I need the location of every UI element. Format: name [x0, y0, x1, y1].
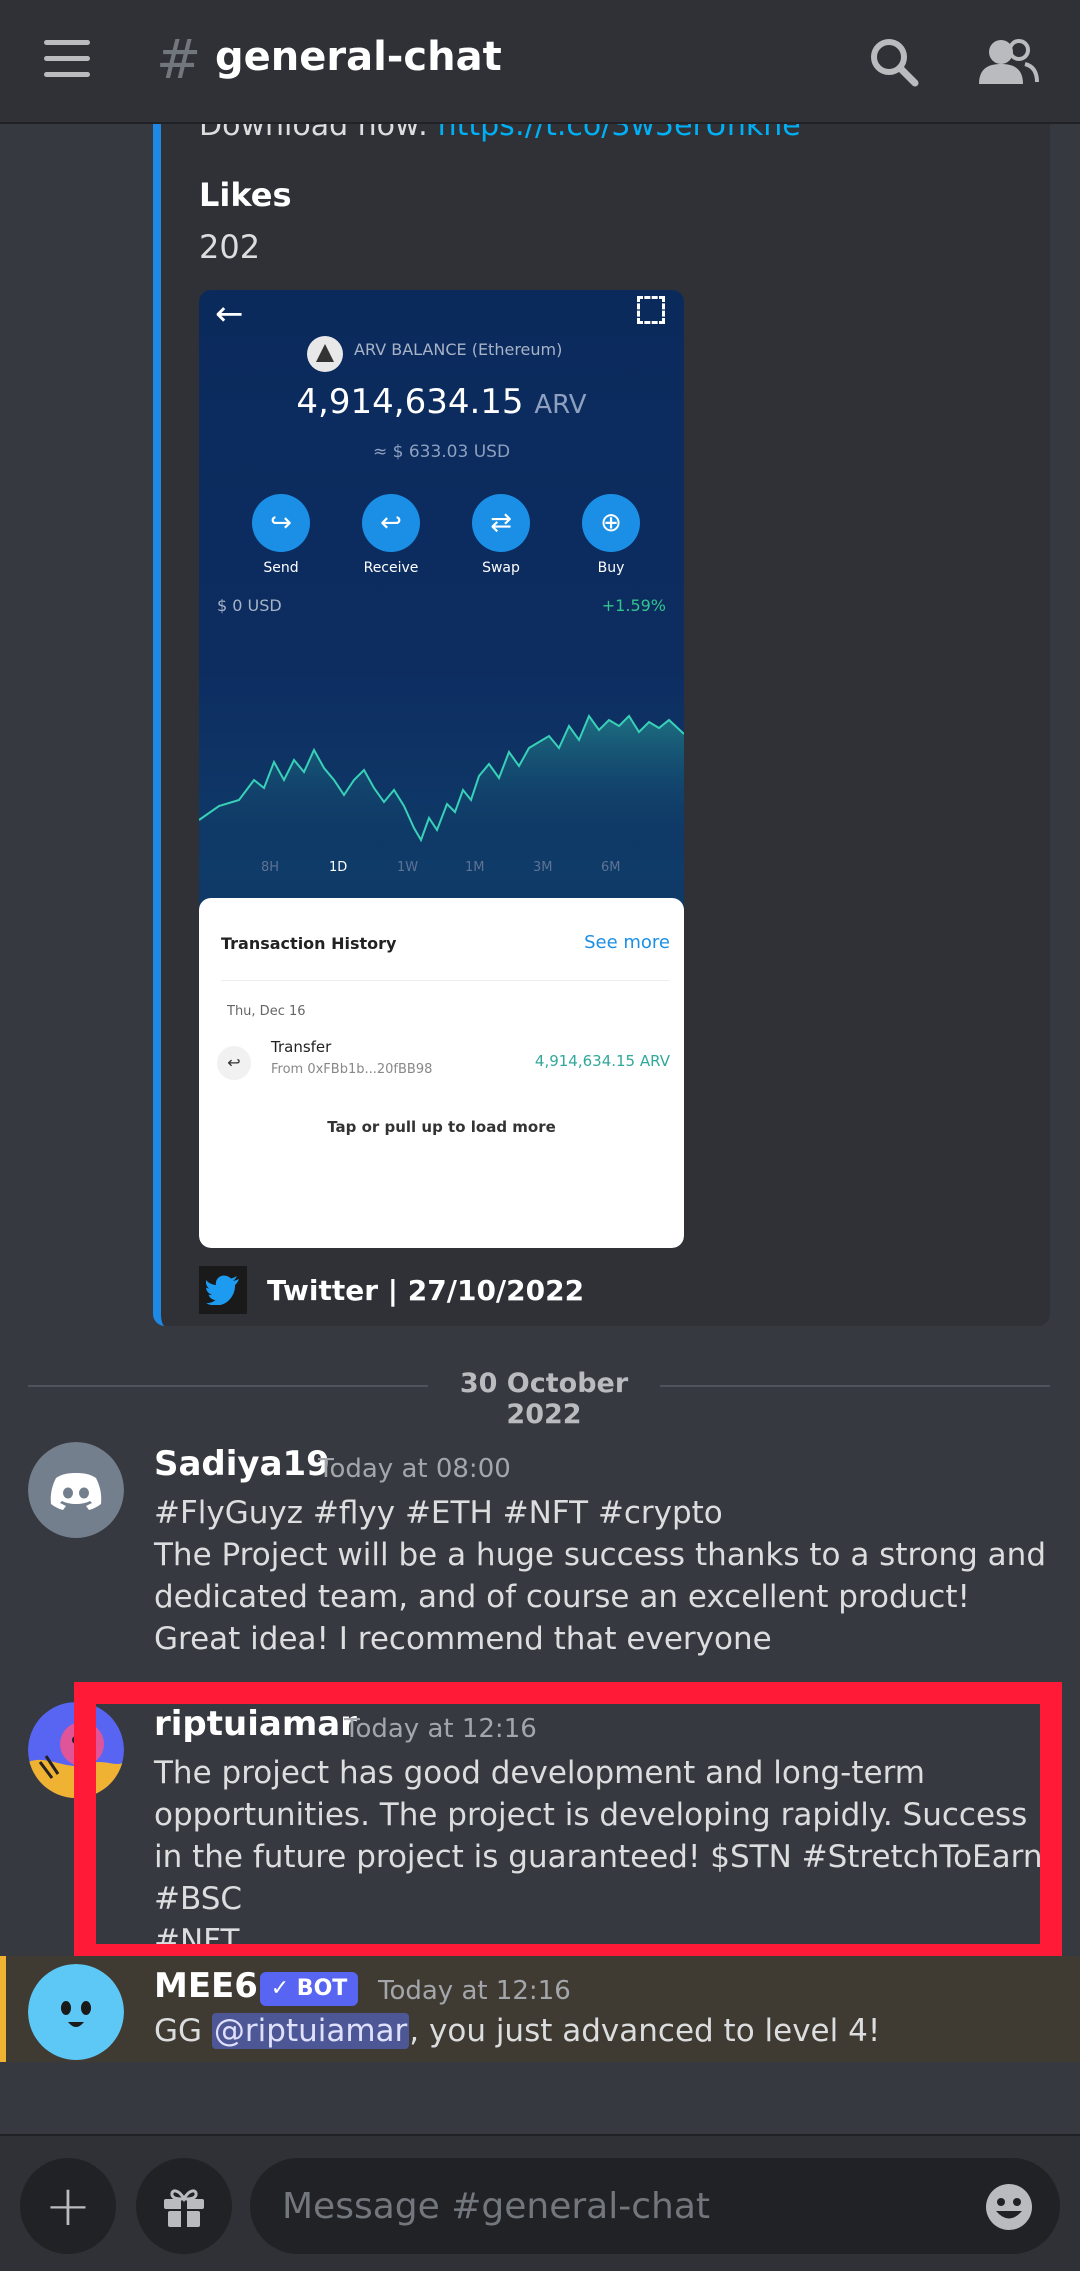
- message-author[interactable]: MEE6: [154, 1966, 258, 2006]
- bot-badge: ✓ BOT: [260, 1972, 358, 2006]
- send-icon: ↪: [252, 494, 310, 552]
- members-icon[interactable]: [975, 30, 1039, 94]
- balance-label: ARV BALANCE (Ethereum): [354, 340, 563, 359]
- gift-button[interactable]: [136, 2158, 232, 2254]
- range-tab: 1M: [465, 860, 485, 875]
- tx-load-more: Tap or pull up to load more: [327, 1118, 556, 1136]
- search-icon[interactable]: [862, 30, 926, 94]
- balance-usd: ≈ $ 633.03 USD: [372, 442, 511, 462]
- hamburger-menu-icon[interactable]: [44, 40, 92, 80]
- gift-icon: [164, 2189, 204, 2227]
- emoji-icon[interactable]: [984, 2182, 1034, 2232]
- message-text: GG: [154, 2013, 212, 2049]
- receive-action: ↩ Receive: [353, 494, 429, 576]
- divider: [660, 1385, 1050, 1387]
- embed-image[interactable]: ← ARV BALANCE (Ethereum) 4,914,634.15 AR…: [199, 290, 684, 1248]
- embed-link[interactable]: https://t.co/3w5erUhkhe: [438, 124, 801, 143]
- channel-title: general-chat: [215, 34, 502, 80]
- token-logo-icon: [307, 336, 343, 372]
- message-sadiya19: Sadiya19 Today at 08:00 #FlyGuyz #flyy #…: [0, 1440, 1080, 1660]
- receive-icon: ↩: [362, 494, 420, 552]
- balance-amount: 4,914,634.15 ARV: [199, 382, 684, 422]
- chart-range-tabs: 8H 1D 1W 1M 3M 6M: [199, 860, 684, 884]
- swap-action: ⇄ Swap: [463, 494, 539, 576]
- chart-usd-label: $ 0 USD: [217, 596, 282, 615]
- range-tab: 1W: [397, 860, 419, 875]
- divider: [221, 980, 670, 981]
- swap-icon: ⇄: [472, 494, 530, 552]
- swap-label: Swap: [482, 560, 520, 576]
- message-timestamp: Today at 08:00: [318, 1454, 511, 1484]
- date-separator: 30 October 2022: [28, 1366, 1050, 1430]
- message-mee6: MEE6 Today at 12:16 GG @riptuiamar, you …: [0, 1962, 1080, 2062]
- range-tab: 3M: [533, 860, 553, 875]
- channel-hash-icon: #: [156, 28, 202, 91]
- message-content: GG @riptuiamar, you just advanced to lev…: [154, 2010, 1054, 2052]
- embed-field-name: Likes: [199, 176, 292, 214]
- tx-from: From 0xFBb1b...20fBB98: [271, 1062, 433, 1077]
- composer-bar: +: [0, 2134, 1080, 2271]
- embed-field-value: 202: [199, 228, 261, 266]
- twitter-embed: Download now: https://t.co/3w5erUhkhe Li…: [153, 124, 1050, 1326]
- embed-cutoff-text: Download now:: [199, 124, 438, 143]
- message-author[interactable]: Sadiya19: [154, 1444, 330, 1484]
- divider: [28, 1385, 428, 1387]
- price-chart: [199, 713, 684, 850]
- tx-amount: 4,914,634.15 ARV: [534, 1052, 670, 1070]
- message-content: #FlyGuyz #flyy #ETH #NFT #crypto The Pro…: [154, 1495, 1047, 1657]
- chart-change-label: +1.59%: [601, 596, 666, 615]
- tx-see-more: See more: [584, 932, 670, 953]
- plus-icon: +: [44, 2173, 92, 2239]
- avatar[interactable]: [28, 1442, 124, 1538]
- avatar[interactable]: [28, 1964, 124, 2060]
- buy-label: Buy: [597, 560, 625, 576]
- buy-icon: ⊕: [582, 494, 640, 552]
- highlight-box: [74, 1682, 1062, 1966]
- tx-title: Transaction History: [221, 934, 397, 953]
- receive-label: Receive: [363, 560, 419, 576]
- twitter-icon: [199, 1266, 247, 1314]
- message-timestamp: Today at 12:16: [378, 1976, 571, 2006]
- channel-header: # general-chat: [0, 0, 1080, 124]
- range-tab-active: 1D: [329, 860, 348, 875]
- embed-cutoff-line: Download now: https://t.co/3w5erUhkhe: [199, 124, 801, 143]
- transaction-history-panel: Transaction History See more Thu, Dec 16…: [199, 898, 684, 1248]
- range-tab: 6M: [601, 860, 621, 875]
- transfer-icon: ↩: [217, 1046, 251, 1080]
- message-text: , you just advanced to level 4!: [409, 2013, 881, 2049]
- buy-action: ⊕ Buy: [573, 494, 649, 576]
- back-arrow-icon: ←: [215, 294, 244, 334]
- range-tab: 8H: [261, 860, 280, 875]
- tx-type: Transfer: [271, 1038, 332, 1056]
- add-attachment-button[interactable]: +: [20, 2158, 116, 2254]
- user-mention[interactable]: @riptuiamar: [211, 2013, 410, 2049]
- tx-date: Thu, Dec 16: [227, 1004, 306, 1019]
- balance-value: 4,914,634.15: [296, 382, 524, 422]
- send-label: Send: [263, 560, 299, 576]
- message-input[interactable]: [250, 2158, 1060, 2254]
- date-separator-text: 30 October 2022: [459, 1368, 629, 1430]
- embed-footer: Twitter | 27/10/2022: [267, 1274, 585, 1307]
- send-action: ↪ Send: [243, 494, 319, 576]
- balance-unit: ARV: [534, 390, 587, 420]
- scan-icon: [637, 296, 665, 324]
